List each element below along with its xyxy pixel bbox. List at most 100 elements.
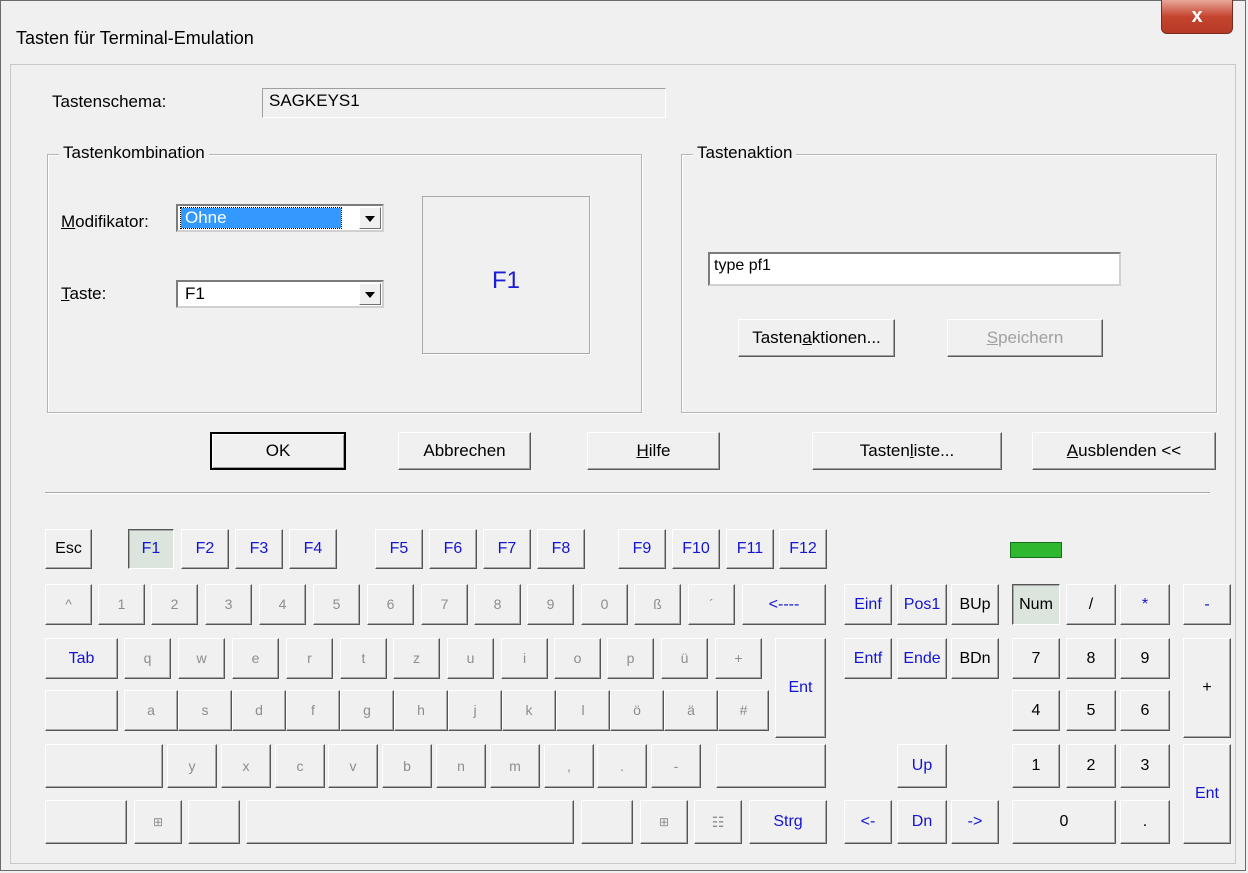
ausblenden-button[interactable]: Ausblenden << [1032,432,1216,470]
key-pos1[interactable]: Pos1 [897,584,947,625]
hilfe-button[interactable]: Hilfe [587,432,720,470]
key-altgr[interactable] [581,800,633,844]
chevron-down-icon[interactable] [359,283,381,305]
tastenaktion-input[interactable]: type pf1 [708,252,1121,286]
key-num-3[interactable]: 3 [1120,744,1170,788]
key-f3[interactable]: F3 [235,529,283,569]
key-x[interactable]: x [221,744,271,788]
key-up[interactable]: Up [897,744,947,788]
key-m[interactable]: m [490,744,540,788]
key-num-8[interactable]: 8 [1066,638,1116,679]
key-ue[interactable]: ü [661,638,708,679]
key-b[interactable]: b [382,744,432,788]
key-capslock[interactable] [45,690,118,731]
key-comma[interactable]: , [544,744,594,788]
key-bup[interactable]: BUp [951,584,999,625]
key-num-7[interactable]: 7 [1012,638,1060,679]
key-hash[interactable]: # [718,690,769,731]
key-l[interactable]: l [556,690,610,731]
key-num-4[interactable]: 4 [1012,690,1060,731]
key-d[interactable]: d [232,690,286,731]
menu-key-icon[interactable]: ☷ [694,800,742,844]
key-p[interactable]: p [607,638,654,679]
key-o[interactable]: o [554,638,601,679]
tastenaktionen-button[interactable]: Tastenaktionen... [738,319,895,357]
key-right[interactable]: -> [951,800,999,844]
abbrechen-button[interactable]: Abbrechen [398,432,531,470]
key-f5[interactable]: F5 [375,529,423,569]
key-numlock[interactable]: Num [1012,584,1060,625]
key-f8[interactable]: F8 [537,529,585,569]
close-button[interactable]: x [1161,0,1233,34]
key-5[interactable]: 5 [313,584,360,625]
key-down[interactable]: Dn [897,800,947,844]
key-caret[interactable]: ^ [45,584,92,625]
key-num-9[interactable]: 9 [1120,638,1170,679]
key-num-enter[interactable]: Ent [1183,744,1231,844]
key-num-minus[interactable]: - [1183,584,1231,625]
key-period[interactable]: . [597,744,647,788]
key-shift-left[interactable] [45,744,163,788]
speichern-button[interactable]: Speichern [947,319,1103,357]
key-y[interactable]: y [167,744,217,788]
key-f12[interactable]: F12 [779,529,827,569]
key-plus[interactable]: + [715,638,762,679]
key-num-plus[interactable]: + [1183,638,1231,738]
key-8[interactable]: 8 [474,584,521,625]
key-entf[interactable]: Entf [844,638,892,679]
key-space[interactable] [246,800,574,844]
key-f6[interactable]: F6 [429,529,477,569]
key-4[interactable]: 4 [259,584,306,625]
key-ende[interactable]: Ende [897,638,947,679]
key-q[interactable]: q [124,638,171,679]
key-num-decimal[interactable]: . [1120,800,1170,844]
key-z[interactable]: z [393,638,440,679]
windows-key-icon[interactable]: ⊞ [134,800,182,844]
key-9[interactable]: 9 [527,584,574,625]
key-bdn[interactable]: BDn [951,638,999,679]
key-num-1[interactable]: 1 [1012,744,1060,788]
key-strg[interactable]: Strg [749,800,827,844]
key-tab[interactable]: Tab [45,638,118,679]
key-k[interactable]: k [502,690,556,731]
key-e[interactable]: e [232,638,279,679]
key-oe[interactable]: ö [610,690,664,731]
tastenliste-button[interactable]: Tastenliste... [812,432,1002,470]
key-shift-right[interactable] [716,744,826,788]
key-num-0[interactable]: 0 [1012,800,1116,844]
key-a[interactable]: a [124,690,178,731]
key-f2[interactable]: F2 [181,529,229,569]
key-num-6[interactable]: 6 [1120,690,1170,731]
key-3[interactable]: 3 [205,584,252,625]
key-esc[interactable]: Esc [45,529,92,569]
key-0[interactable]: 0 [581,584,628,625]
key-1[interactable]: 1 [98,584,145,625]
key-acute[interactable]: ´ [688,584,735,625]
key-c[interactable]: c [275,744,325,788]
key-f1[interactable]: F1 [128,529,174,569]
key-eszett[interactable]: ß [634,584,681,625]
key-f10[interactable]: F10 [672,529,720,569]
key-u[interactable]: u [447,638,494,679]
key-s[interactable]: s [178,690,232,731]
chevron-down-icon[interactable] [359,207,381,229]
key-ae[interactable]: ä [664,690,718,731]
key-ctrl-left[interactable] [45,800,127,844]
key-num-5[interactable]: 5 [1066,690,1116,731]
modifikator-dropdown[interactable]: Ohne [176,204,384,232]
key-n[interactable]: n [436,744,486,788]
key-f9[interactable]: F9 [618,529,666,569]
key-backspace[interactable]: <---- [742,584,826,625]
key-t[interactable]: t [340,638,387,679]
key-j[interactable]: j [448,690,502,731]
key-f4[interactable]: F4 [289,529,337,569]
key-num-2[interactable]: 2 [1066,744,1116,788]
taste-dropdown[interactable]: F1 [176,280,384,308]
key-alt-left[interactable] [188,800,240,844]
key-7[interactable]: 7 [421,584,468,625]
key-h[interactable]: h [394,690,448,731]
key-enter[interactable]: Ent [775,638,826,738]
key-v[interactable]: v [328,744,378,788]
key-2[interactable]: 2 [151,584,198,625]
key-num-multiply[interactable]: * [1120,584,1170,625]
